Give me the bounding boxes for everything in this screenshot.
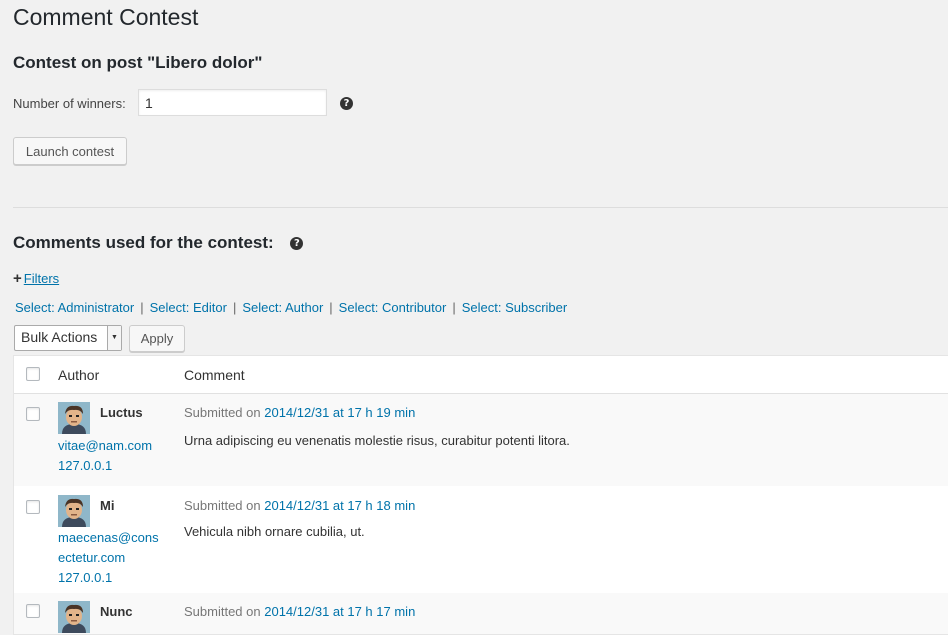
author-email-continued[interactable]: ectetur.com — [58, 550, 125, 565]
help-icon[interactable]: ? — [290, 237, 304, 250]
filters-link[interactable]: Filters — [24, 271, 59, 286]
comment-text: Vehicula nibh ornare cubilia, ut. — [184, 524, 365, 539]
winners-label: Number of winners: — [13, 96, 126, 111]
select-editor-link[interactable]: Select: Editor — [150, 300, 227, 315]
bulk-actions-select[interactable]: Bulk Actions ▼ — [14, 325, 122, 351]
submitted-prefix: Submitted on — [184, 405, 261, 420]
select-administrator-link[interactable]: Select: Administrator — [15, 300, 134, 315]
separator: | — [140, 300, 144, 315]
avatar — [58, 495, 90, 527]
apply-button[interactable]: Apply — [129, 325, 185, 352]
submitted-info: Submitted on 2014/12/31 at 17 h 19 min — [184, 405, 415, 420]
role-select-links: Select: Administrator | Select: Editor | Sel… — [15, 300, 567, 315]
author-email[interactable]: maecenas@cons — [58, 530, 159, 545]
select-all-checkbox[interactable] — [26, 367, 40, 381]
separator: | — [232, 300, 237, 315]
dropdown-arrow-icon: ▼ — [107, 326, 121, 350]
row-checkbox[interactable] — [26, 500, 40, 514]
table-row: Nunc Submitted on 2014/12/31 at 17 h 17 … — [14, 593, 948, 634]
comments-heading-text: Comments used for the contest: — [13, 233, 274, 252]
separator: | — [452, 300, 456, 315]
submitted-info: Submitted on 2014/12/31 at 17 h 18 min — [184, 498, 415, 513]
table-header: Author Comment — [14, 356, 948, 394]
select-subscriber-link[interactable]: Select: Subscriber — [462, 300, 568, 315]
row-checkbox[interactable] — [26, 604, 40, 618]
page-title: Comment Contest — [13, 4, 199, 30]
comment-text: Urna adipiscing eu venenatis molestie ri… — [184, 433, 570, 448]
author-email[interactable]: vitae@nam.com — [58, 438, 152, 453]
comment-date-link[interactable]: 2014/12/31 at 17 h 18 min — [264, 498, 415, 513]
author-ip[interactable]: 127.0.0.1 — [58, 570, 112, 585]
avatar — [58, 601, 90, 633]
bulk-actions-value: Bulk Actions — [21, 329, 98, 345]
submitted-prefix: Submitted on — [184, 604, 261, 619]
author-ip[interactable]: 127.0.0.1 — [58, 458, 112, 473]
filters-toggle[interactable]: + Filters — [13, 270, 59, 287]
launch-contest-button[interactable]: Launch contest — [13, 137, 127, 165]
author-name: Nunc — [100, 604, 133, 619]
select-contributor-link[interactable]: Select: Contributor — [339, 300, 447, 315]
comment-date-link[interactable]: 2014/12/31 at 17 h 17 min — [264, 604, 415, 619]
winners-input[interactable] — [138, 89, 327, 116]
help-icon[interactable]: ? — [340, 97, 353, 110]
table-row: Mi maecenas@cons ectetur.com 127.0.0.1 S… — [14, 486, 948, 593]
author-name: Luctus — [100, 405, 143, 420]
separator: | — [329, 300, 333, 315]
section-divider — [13, 207, 948, 208]
table-row: Luctus vitae@nam.com 127.0.0.1 Submitted… — [14, 394, 948, 486]
submitted-info: Submitted on 2014/12/31 at 17 h 17 min — [184, 604, 415, 619]
avatar — [58, 402, 90, 434]
select-author-link[interactable]: Select: Author — [242, 300, 323, 315]
plus-icon: + — [13, 270, 22, 287]
column-comment[interactable]: Comment — [184, 367, 245, 383]
comments-table: Author Comment Luctus vitae@nam.com 127.… — [13, 355, 948, 635]
contest-heading: Contest on post "Libero dolor" — [13, 53, 263, 72]
author-name: Mi — [100, 498, 115, 513]
row-checkbox[interactable] — [26, 407, 40, 421]
comment-date-link[interactable]: 2014/12/31 at 17 h 19 min — [264, 405, 415, 420]
column-author[interactable]: Author — [58, 367, 99, 383]
submitted-prefix: Submitted on — [184, 498, 261, 513]
comments-heading: Comments used for the contest: ? — [13, 233, 304, 253]
